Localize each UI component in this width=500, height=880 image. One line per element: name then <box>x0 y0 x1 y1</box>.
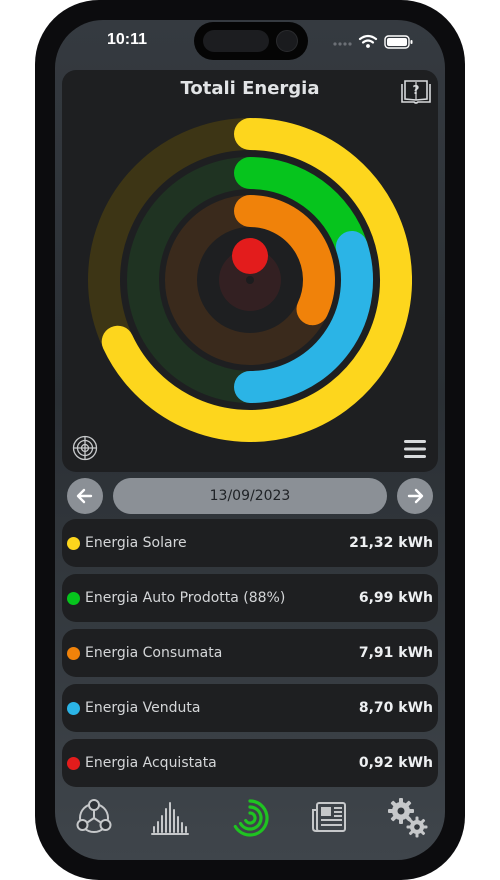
book-question-icon[interactable]: ? <box>400 78 432 106</box>
energy-label: Energia Acquistata <box>85 755 217 771</box>
energy-value: 7,91 kWh <box>358 645 433 661</box>
energy-rings-icon[interactable] <box>228 796 272 840</box>
svg-text:?: ? <box>413 83 420 97</box>
color-dot <box>67 537 80 550</box>
target-icon[interactable] <box>72 435 98 461</box>
energy-row-auto-prodotta[interactable]: Energia Auto Prodotta (88%) 6,99 kWh <box>62 574 438 622</box>
energy-value: 6,99 kWh <box>358 590 433 606</box>
dynamic-island <box>194 22 308 60</box>
color-dot <box>67 592 80 605</box>
energy-value: 8,70 kWh <box>358 700 433 716</box>
energy-row-venduta[interactable]: Energia Venduta 8,70 kWh <box>62 684 438 732</box>
arrow-right-icon <box>407 488 424 504</box>
histogram-icon[interactable] <box>148 796 192 840</box>
signal-icon <box>333 42 352 46</box>
newspaper-icon[interactable] <box>307 796 351 840</box>
energy-value: 0,92 kWh <box>358 755 433 771</box>
energy-label: Energia Solare <box>85 535 187 551</box>
energy-label: Energia Venduta <box>85 700 201 716</box>
dot-energia-acquistata <box>232 238 268 274</box>
settings-gears-icon[interactable] <box>386 796 430 840</box>
energy-row-acquistata[interactable]: Energia Acquistata 0,92 kWh <box>62 739 438 787</box>
status-icons <box>333 34 413 49</box>
energy-rings-chart <box>88 118 412 442</box>
battery-icon <box>384 35 413 49</box>
status-time: 10:11 <box>107 31 148 48</box>
energy-value: 21,32 kWh <box>349 535 433 551</box>
energy-label: Energia Consumata <box>85 645 223 661</box>
energy-row-solare[interactable]: Energia Solare 21,32 kWh <box>62 519 438 567</box>
tab-bar <box>62 796 438 840</box>
arrow-left-icon <box>76 488 93 504</box>
color-dot <box>67 647 80 660</box>
energy-row-consumata[interactable]: Energia Consumata 7,91 kWh <box>62 629 438 677</box>
wifi-icon <box>358 34 378 44</box>
menu-icon[interactable] <box>403 439 427 459</box>
color-dot <box>67 757 80 770</box>
energy-label: Energia Auto Prodotta (88%) <box>85 590 286 606</box>
network-icon[interactable] <box>72 796 116 840</box>
previous-day-button[interactable] <box>67 478 103 514</box>
date-selector[interactable]: 13/09/2023 <box>113 478 387 514</box>
color-dot <box>67 702 80 715</box>
next-day-button[interactable] <box>397 478 433 514</box>
